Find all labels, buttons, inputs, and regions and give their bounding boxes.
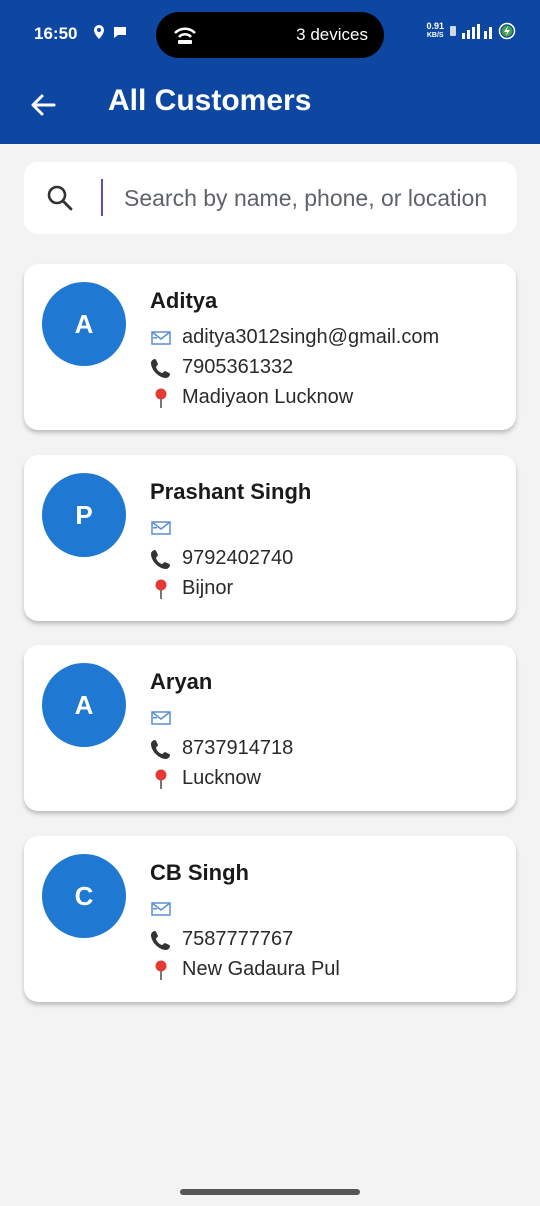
location-icon — [92, 24, 106, 40]
customer-phone: 7587777767 — [182, 928, 294, 950]
customer-name: Aryan — [150, 669, 213, 694]
phone-row: 7905361332 — [150, 356, 293, 379]
gesture-nav-handle[interactable] — [180, 1189, 360, 1195]
status-time: 16:50 — [34, 24, 78, 43]
customer-name: Prashant Singh — [150, 479, 312, 504]
search-icon — [46, 184, 74, 212]
avatar: P — [42, 473, 126, 557]
customer-phone: 8737914718 — [182, 737, 294, 759]
arrow-back-icon — [31, 94, 56, 116]
customer-location: New Gadaura Pul — [182, 958, 340, 980]
customer-location: Bijnor — [182, 577, 234, 599]
email-row — [150, 517, 182, 539]
customer-name: Aditya — [150, 288, 218, 313]
customer-card[interactable]: P Prashant Singh 9792402740 Bijnor — [24, 455, 516, 621]
search-input[interactable] — [124, 178, 504, 218]
hotspot-icon — [172, 24, 198, 46]
status-bar: 16:50 3 devices 0.91 KB/S — [0, 0, 540, 70]
email-row — [150, 898, 182, 920]
phone-row: 7587777767 — [150, 928, 293, 951]
chat-icon — [112, 24, 126, 40]
phone-icon — [150, 357, 172, 379]
search-bar[interactable] — [24, 162, 517, 234]
battery-icon — [498, 22, 516, 40]
customer-email: aditya3012singh@gmail.com — [182, 326, 440, 348]
customer-card[interactable]: C CB Singh 7587777767 New Gadaura Pul — [24, 836, 516, 1002]
location-row: Bijnor — [150, 577, 233, 600]
customer-location: Madiyaon Lucknow — [182, 386, 354, 408]
phone-row: 9792402740 — [150, 547, 293, 570]
page-title: All Customers — [108, 84, 312, 117]
location-row: Madiyaon Lucknow — [150, 386, 353, 409]
email-row — [150, 707, 182, 729]
location-pin-icon — [150, 768, 172, 790]
network-speed: 0.91 KB/S — [426, 22, 444, 40]
email-row: aditya3012singh@gmail.com — [150, 326, 439, 349]
back-button[interactable] — [26, 88, 60, 122]
status-right: 0.91 KB/S — [426, 22, 516, 40]
net-speed-unit: KB/S — [426, 32, 444, 39]
net-speed-value: 0.91 — [426, 21, 444, 31]
notification-icons — [92, 24, 126, 40]
phone-icon — [150, 738, 172, 760]
phone-icon — [150, 929, 172, 951]
customer-phone: 9792402740 — [182, 547, 294, 569]
avatar: A — [42, 663, 126, 747]
location-pin-icon — [150, 387, 172, 409]
location-row: Lucknow — [150, 767, 261, 790]
customer-card[interactable]: A Aryan 8737914718 Lucknow — [24, 645, 516, 811]
customer-location: Lucknow — [182, 767, 261, 789]
pill-text: 3 devices — [296, 25, 368, 44]
location-pin-icon — [150, 959, 172, 981]
email-icon — [150, 898, 172, 920]
customer-phone: 7905361332 — [182, 356, 294, 378]
dynamic-island-pill[interactable]: 3 devices — [156, 12, 384, 58]
phone-icon — [150, 548, 172, 570]
avatar: C — [42, 854, 126, 938]
email-icon — [150, 517, 172, 539]
text-cursor — [101, 179, 103, 216]
avatar: A — [42, 282, 126, 366]
customer-card[interactable]: A Aditya aditya3012singh@gmail.com 79053… — [24, 264, 516, 430]
location-row: New Gadaura Pul — [150, 958, 340, 981]
customer-name: CB Singh — [150, 860, 249, 885]
app-bar: All Customers — [0, 70, 540, 144]
phone-row: 8737914718 — [150, 737, 293, 760]
email-icon — [150, 327, 172, 349]
location-pin-icon — [150, 578, 172, 600]
signal-icon — [448, 22, 494, 40]
email-icon — [150, 707, 172, 729]
